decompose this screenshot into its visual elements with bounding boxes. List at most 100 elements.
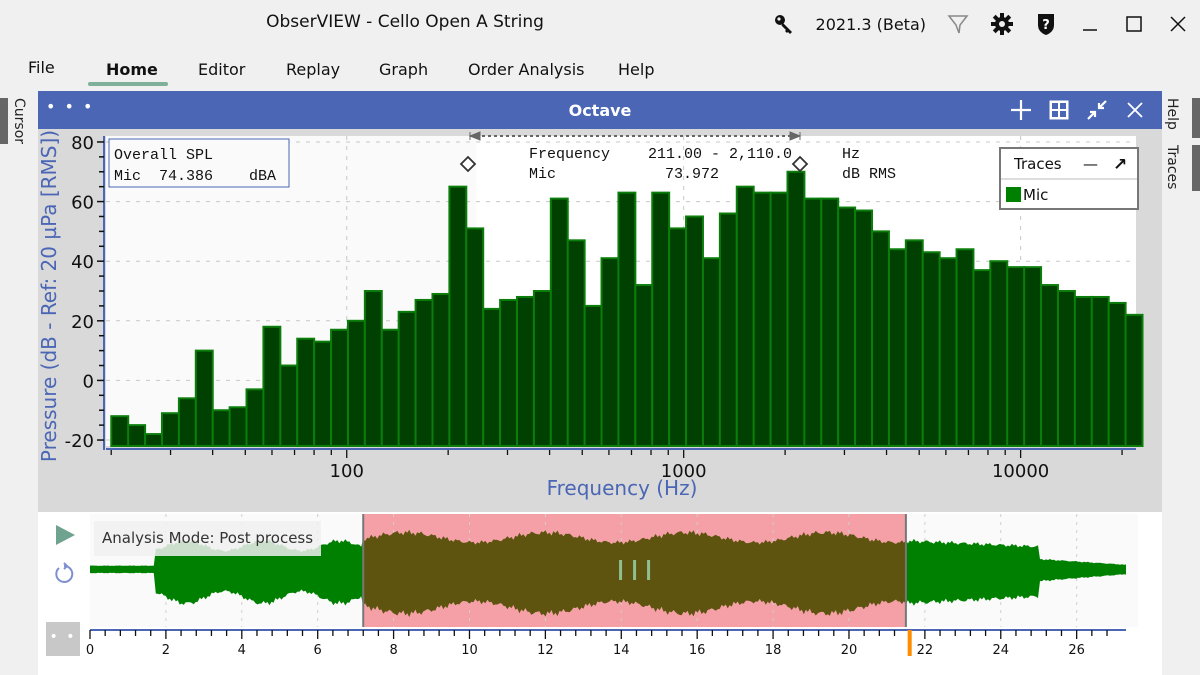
menu-graph[interactable]: Graph [379, 60, 428, 79]
menu-order-analysis[interactable]: Order Analysis [468, 60, 584, 79]
menu-replay[interactable]: Replay [286, 60, 340, 79]
bar-190hz[interactable] [431, 292, 451, 447]
bar-6838hz[interactable] [955, 248, 975, 448]
bar-60hz[interactable] [262, 325, 282, 447]
bar-17230hz[interactable] [1090, 295, 1110, 447]
legend-item-mic[interactable]: Mic [1023, 186, 1048, 204]
help-shield-icon[interactable]: ? [1024, 2, 1068, 46]
bar-170hz[interactable] [414, 298, 434, 447]
legend-popout-button[interactable]: ↗ [1113, 155, 1127, 175]
bar-1209hz[interactable] [701, 257, 721, 447]
bar-214hz[interactable] [448, 185, 468, 448]
grip-bar[interactable] [619, 560, 623, 580]
bar-4308hz[interactable] [887, 248, 907, 448]
close-icon[interactable] [1156, 2, 1200, 46]
bar-480hz[interactable] [566, 239, 586, 447]
grid-layout-icon[interactable] [1040, 91, 1078, 129]
help-tab-handle[interactable] [1192, 98, 1200, 138]
bar-34hz[interactable] [177, 397, 197, 447]
bar-240hz[interactable] [465, 227, 485, 448]
cursor-tab-handle[interactable] [0, 98, 8, 144]
bar-381hz[interactable] [532, 290, 552, 447]
grip-bar[interactable] [633, 560, 637, 580]
bar-855hz[interactable] [651, 191, 671, 448]
bar-19340hz[interactable] [1107, 301, 1127, 447]
bar-302hz[interactable] [499, 298, 519, 447]
key-icon[interactable] [762, 2, 806, 46]
bar-678hz[interactable] [617, 191, 637, 448]
overall-spl-title: Overall SPL [114, 147, 213, 164]
bar-53hz[interactable] [245, 388, 265, 448]
bar-27hz[interactable] [144, 433, 164, 448]
bar-3838hz[interactable] [871, 230, 890, 447]
timeline-controls: • • • [38, 512, 90, 675]
bar-76hz[interactable] [296, 337, 316, 447]
bar-10854hz[interactable] [1023, 266, 1043, 447]
bar-13676hz[interactable] [1056, 290, 1076, 447]
grip-bar[interactable] [647, 560, 651, 580]
bar-120hz[interactable] [363, 290, 383, 447]
menu-file[interactable]: File [28, 58, 55, 77]
bar-427hz[interactable] [549, 197, 569, 447]
window-title: ObserVIEW - Cello Open A String [266, 12, 544, 32]
maximize-icon[interactable] [1112, 2, 1156, 46]
bar-12184hz[interactable] [1040, 284, 1059, 447]
bar-7675hz[interactable] [972, 269, 992, 447]
bar-1357hz[interactable] [718, 212, 738, 447]
bar-38hz[interactable] [194, 349, 214, 447]
bar-24hz[interactable] [127, 424, 147, 447]
bar-2418hz[interactable] [803, 197, 823, 447]
menu-editor[interactable]: Editor [198, 60, 245, 79]
bar-1523hz[interactable] [735, 185, 755, 448]
gear-icon[interactable] [980, 2, 1024, 46]
bar-604hz[interactable] [600, 257, 620, 447]
minimize-icon[interactable] [1068, 2, 1112, 46]
bar-3419hz[interactable] [854, 209, 874, 448]
filter-icon[interactable] [936, 2, 980, 46]
bar-135hz[interactable] [380, 328, 400, 447]
menu-home[interactable]: Home [106, 60, 158, 79]
side-tab-traces[interactable]: Traces [1164, 145, 1180, 189]
bar-761hz[interactable] [634, 284, 654, 447]
traces-tab-handle[interactable] [1192, 145, 1200, 191]
bar-8615hz[interactable] [989, 260, 1009, 447]
time-tick-label: 26 [1068, 643, 1085, 658]
bar-3046hz[interactable] [837, 206, 857, 447]
bar-85hz[interactable] [313, 340, 333, 447]
playhead[interactable] [907, 630, 912, 656]
bar-30hz[interactable] [161, 412, 180, 448]
bar-107hz[interactable] [346, 319, 366, 447]
bar-5427hz[interactable] [921, 251, 941, 447]
legend-minimize-button[interactable]: — [1083, 155, 1098, 173]
bar-339hz[interactable] [516, 295, 535, 447]
play-button[interactable] [54, 524, 76, 550]
bar-1709hz[interactable] [752, 191, 772, 448]
bar-2714hz[interactable] [820, 197, 840, 447]
side-tab-help[interactable]: Help [1164, 98, 1180, 130]
side-tab-cursor[interactable]: Cursor [11, 98, 27, 144]
bar-1077hz[interactable] [685, 215, 704, 447]
bar-4835hz[interactable] [904, 239, 924, 447]
timeline-more-button[interactable]: • • • [46, 622, 80, 675]
panel-close-icon[interactable] [1116, 91, 1154, 129]
bar-538hz[interactable] [583, 304, 603, 447]
bar-6092hz[interactable] [938, 257, 958, 447]
bar-2154hz[interactable] [786, 170, 806, 448]
add-icon[interactable] [1002, 91, 1040, 129]
collapse-icon[interactable] [1078, 91, 1116, 129]
bar-959hz[interactable] [668, 227, 688, 448]
bar-67hz[interactable] [279, 364, 299, 447]
bar-42hz[interactable] [211, 409, 231, 448]
bar-95hz[interactable] [330, 328, 349, 447]
reset-icon[interactable] [52, 562, 76, 590]
bar-269hz[interactable] [482, 307, 502, 447]
bar-21hz[interactable] [110, 415, 130, 448]
bar-48hz[interactable] [228, 406, 248, 447]
octave-chart[interactable]: -20020406080100 1000 10000 Pressure (dB - … [38, 129, 1162, 509]
bar-15350hz[interactable] [1073, 295, 1093, 447]
bar-151hz[interactable] [397, 310, 417, 447]
bar-9670hz[interactable] [1006, 266, 1026, 447]
bar-21709hz[interactable] [1124, 313, 1144, 447]
menu-help[interactable]: Help [618, 60, 654, 79]
bar-1919hz[interactable] [769, 191, 789, 448]
